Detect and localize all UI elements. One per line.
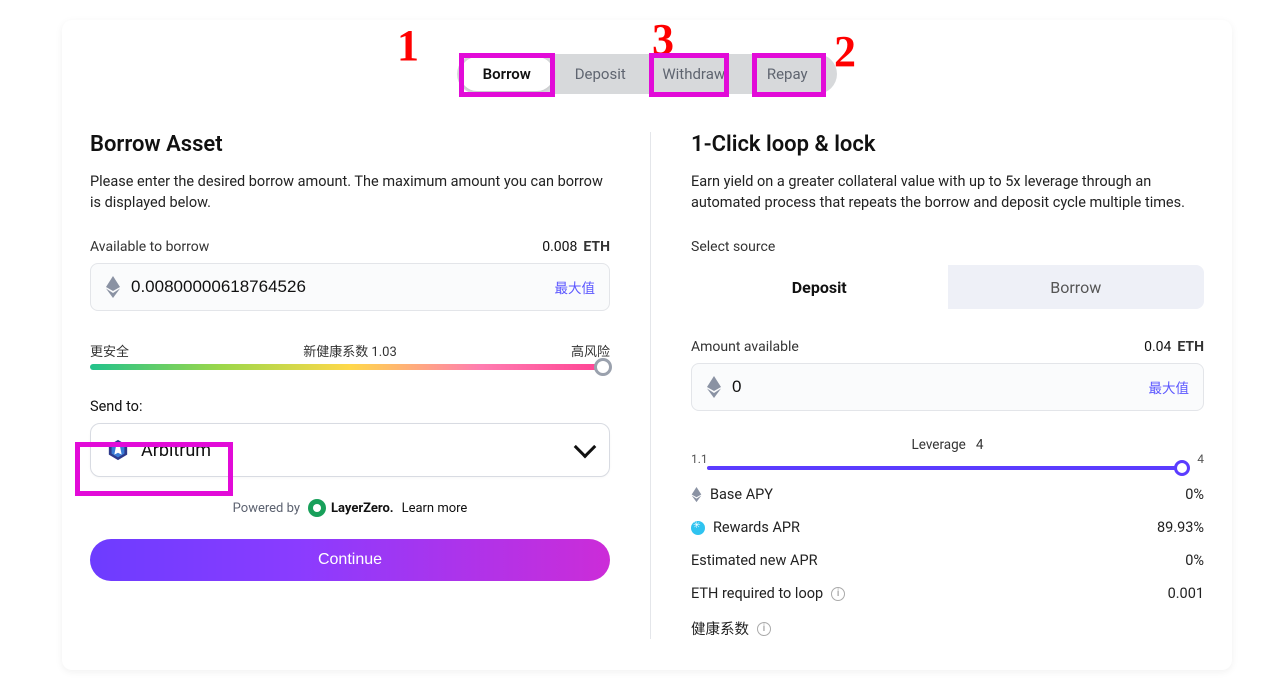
leverage-min: 1.1 [691,452,708,466]
available-to-borrow-value: 0.008 [542,239,577,255]
leverage-slider-thumb[interactable] [1174,460,1190,476]
health-label-new-factor: 新健康系数 1.03 [303,341,397,360]
powered-by-row: Powered by LayerZero. Learn more [90,499,610,517]
arbitrum-icon [107,439,129,461]
source-borrow-button[interactable]: Borrow [948,265,1205,309]
send-to-select[interactable]: Arbitrum [90,423,610,477]
tab-deposit[interactable]: Deposit [554,57,648,91]
select-source-label: Select source [691,239,1204,255]
layerzero-badge: LayerZero. [308,499,394,517]
tab-withdraw[interactable]: Withdraw [647,57,741,91]
eth-required-label: ETH required to loop [691,585,823,602]
source-deposit-button[interactable]: Deposit [691,265,948,309]
borrow-description: Please enter the desired borrow amount. … [90,171,610,213]
amount-available-symbol: ETH [1177,339,1204,355]
borrow-amount-input-box: 最大值 [90,263,610,311]
available-to-borrow-label: Available to borrow [90,239,209,255]
rewards-token-icon [691,521,705,535]
rewards-apr-label: Rewards APR [713,519,800,536]
borrow-max-button[interactable]: 最大值 [555,277,596,297]
loop-panel: 1-Click loop & lock Earn yield on a grea… [650,132,1204,639]
eth-required-value: 0.001 [1168,585,1204,602]
leverage-label: Leverage [911,437,965,453]
health-label-safer: 更安全 [90,341,129,360]
source-segmented-control: Deposit Borrow [691,265,1204,309]
estimated-new-apr-value: 0% [1185,552,1204,569]
main-card: Borrow Deposit Withdraw Repay Borrow Ass… [62,20,1232,670]
leverage-slider[interactable] [707,466,1188,470]
loop-description: Earn yield on a greater collateral value… [691,171,1204,213]
layerzero-name: LayerZero. [331,501,394,516]
loop-amount-input[interactable] [732,377,1139,397]
info-icon[interactable]: i [831,587,845,601]
base-apy-value: 0% [1185,486,1204,503]
powered-by-text: Powered by [233,501,300,516]
ethereum-icon [105,275,121,299]
borrow-amount-input[interactable] [131,277,545,297]
rewards-apr-value: 89.93% [1157,519,1204,536]
layerzero-icon [308,499,326,517]
action-tabs: Borrow Deposit Withdraw Repay [457,54,837,94]
amount-available-value: 0.04 [1144,339,1171,355]
tab-repay[interactable]: Repay [741,57,835,91]
send-to-selected-name: Arbitrum [141,440,211,461]
ethereum-icon [691,486,702,503]
borrow-panel: Borrow Asset Please enter the desired bo… [90,132,650,639]
base-apy-label: Base APY [710,486,773,503]
learn-more-link[interactable]: Learn more [402,501,468,516]
loop-title: 1-Click loop & lock [691,132,1204,157]
loop-max-button[interactable]: 最大值 [1149,377,1190,397]
borrow-title: Borrow Asset [90,132,610,157]
available-to-borrow-symbol: ETH [583,239,610,255]
send-to-label: Send to: [90,398,610,415]
info-icon[interactable]: i [757,622,771,636]
health-slider-thumb[interactable] [594,358,612,376]
leverage-value: 4 [976,437,984,453]
tab-borrow[interactable]: Borrow [460,57,554,91]
leverage-max: 4 [1197,452,1204,466]
chevron-down-icon [574,436,597,459]
estimated-new-apr-label: Estimated new APR [691,552,818,569]
ethereum-icon [706,375,722,399]
health-slider[interactable] [90,364,610,370]
loop-amount-input-box: 最大值 [691,363,1204,411]
health-factor-label: 健康系数 [691,618,749,639]
amount-available-label: Amount available [691,339,799,355]
continue-button[interactable]: Continue [90,539,610,581]
